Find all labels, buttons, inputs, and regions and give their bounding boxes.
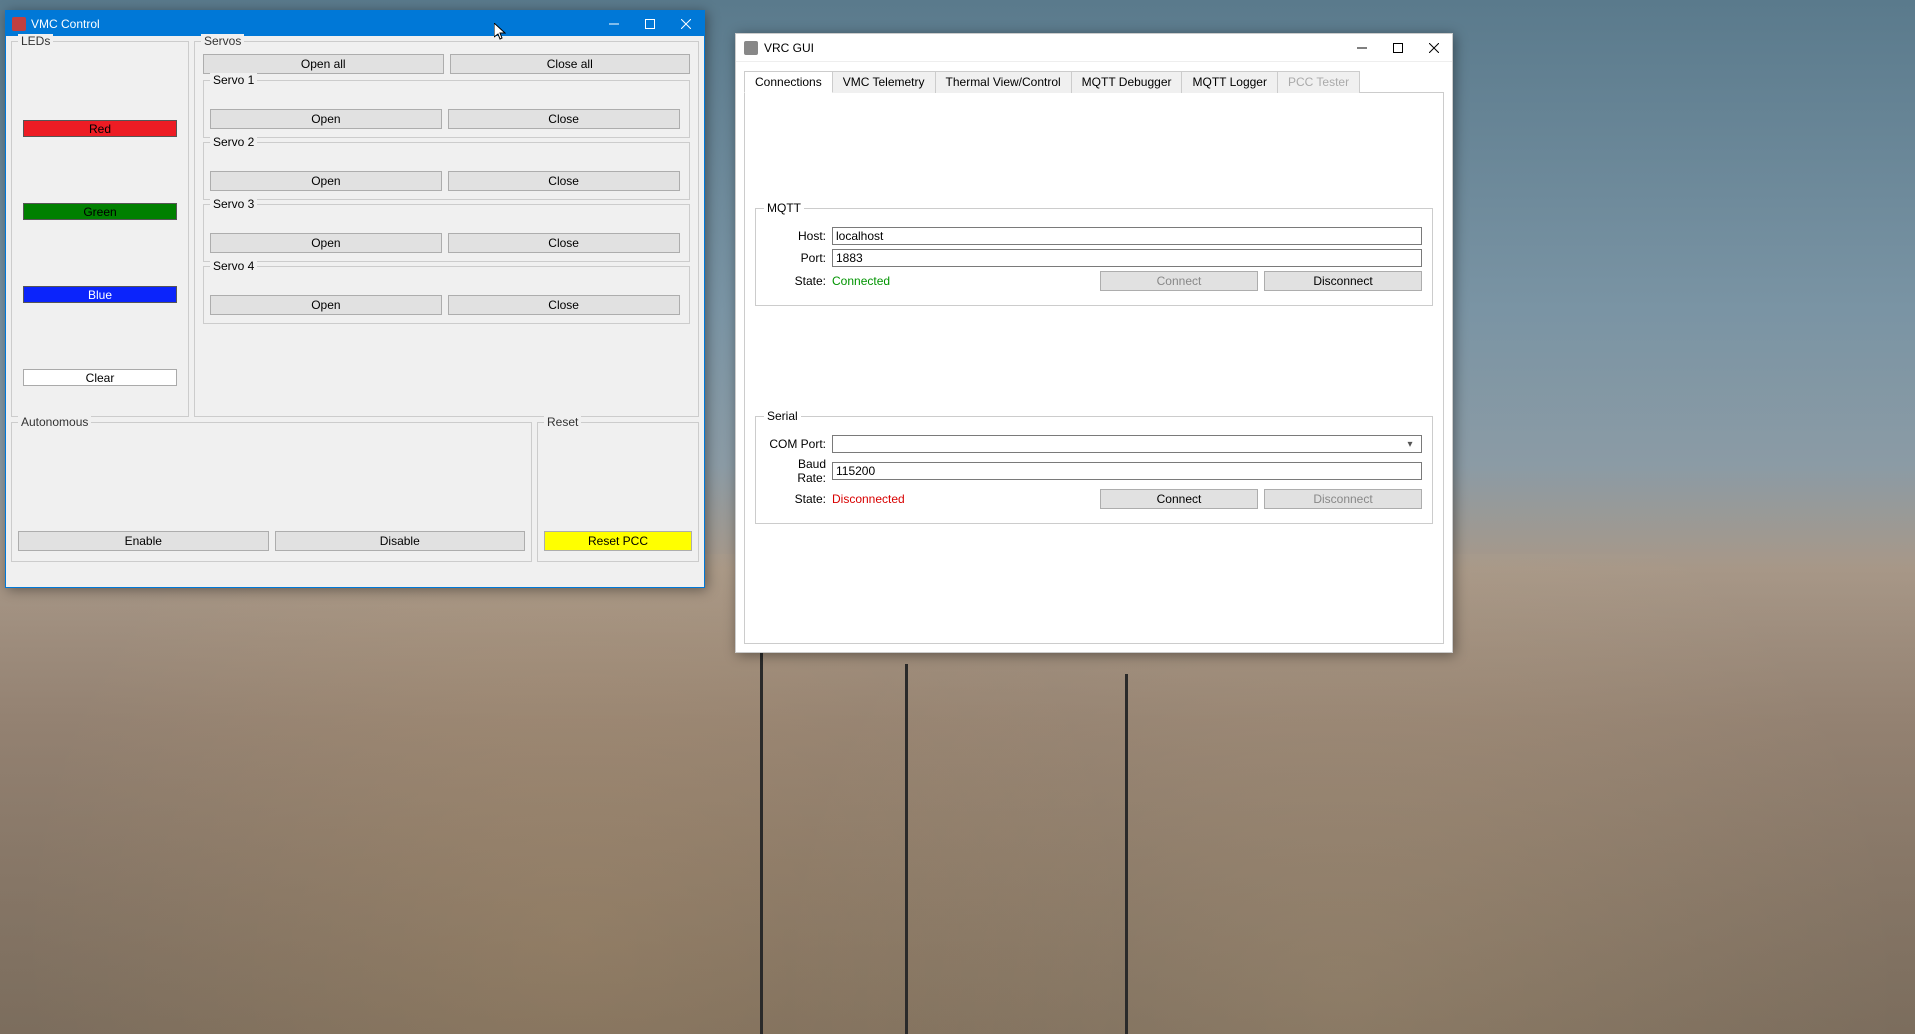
open-all-button[interactable]: Open all — [203, 54, 444, 74]
serial-com-select[interactable]: ▾ — [832, 435, 1422, 453]
maximize-button[interactable] — [1380, 36, 1416, 60]
chevron-down-icon: ▾ — [1402, 439, 1418, 450]
vmc-app-icon — [12, 17, 26, 31]
servo-4-close-button[interactable]: Close — [448, 295, 680, 315]
vmc-control-window: VMC Control LEDs Red Green Blue Clear Se… — [5, 10, 705, 588]
servo-1-open-button[interactable]: Open — [210, 109, 442, 129]
minimize-button[interactable] — [596, 12, 632, 36]
serial-com-label: COM Port: — [766, 437, 826, 451]
vrc-gui-window: VRC GUI Connections VMC Telemetry Therma… — [735, 33, 1453, 653]
tab-mqtt-debugger[interactable]: MQTT Debugger — [1071, 71, 1183, 93]
mqtt-fieldset: MQTT Host: Port: State: Connected Connec… — [755, 208, 1433, 306]
mqtt-state-label: State: — [766, 274, 826, 288]
serial-state-label: State: — [766, 492, 826, 506]
mqtt-host-input[interactable] — [832, 227, 1422, 245]
serial-baud-input[interactable] — [832, 462, 1422, 480]
led-red-button[interactable]: Red — [23, 120, 177, 137]
serial-fieldset: Serial COM Port: ▾ Baud Rate: State: — [755, 416, 1433, 524]
close-button[interactable] — [668, 12, 704, 36]
maximize-button[interactable] — [632, 12, 668, 36]
servo-1-close-button[interactable]: Close — [448, 109, 680, 129]
servo-1-group: Servo 1 Open Close — [203, 80, 690, 138]
tab-thermal-view[interactable]: Thermal View/Control — [935, 71, 1072, 93]
enable-button[interactable]: Enable — [18, 531, 269, 551]
servo-4-title: Servo 4 — [210, 259, 257, 273]
servo-2-open-button[interactable]: Open — [210, 171, 442, 191]
mqtt-port-label: Port: — [766, 251, 826, 265]
vrc-title: VRC GUI — [764, 41, 814, 55]
servos-title: Servos — [201, 34, 244, 48]
servos-group: Servos Open all Close all Servo 1 Open C… — [194, 41, 699, 417]
serial-baud-label: Baud Rate: — [766, 457, 826, 485]
servo-2-group: Servo 2 Open Close — [203, 142, 690, 200]
close-all-button[interactable]: Close all — [450, 54, 691, 74]
connections-panel: MQTT Host: Port: State: Connected Connec… — [744, 93, 1444, 644]
servo-1-title: Servo 1 — [210, 73, 257, 87]
leds-title: LEDs — [18, 34, 53, 48]
vmc-title: VMC Control — [31, 17, 100, 31]
servo-3-group: Servo 3 Open Close — [203, 204, 690, 262]
tab-pcc-tester[interactable]: PCC Tester — [1277, 71, 1360, 93]
reset-group: Reset Reset PCC — [537, 422, 699, 562]
reset-pcc-button[interactable]: Reset PCC — [544, 531, 692, 551]
vmc-titlebar[interactable]: VMC Control — [6, 11, 704, 36]
autonomous-title: Autonomous — [18, 415, 91, 429]
tab-mqtt-logger[interactable]: MQTT Logger — [1181, 71, 1277, 93]
minimize-button[interactable] — [1344, 36, 1380, 60]
vrc-app-icon — [744, 41, 758, 55]
reset-title: Reset — [544, 415, 581, 429]
mqtt-disconnect-button[interactable]: Disconnect — [1264, 271, 1422, 291]
mqtt-legend: MQTT — [764, 201, 804, 215]
vrc-tabs: Connections VMC Telemetry Thermal View/C… — [744, 70, 1444, 93]
servo-4-group: Servo 4 Open Close — [203, 266, 690, 324]
servo-3-close-button[interactable]: Close — [448, 233, 680, 253]
servo-2-title: Servo 2 — [210, 135, 257, 149]
serial-legend: Serial — [764, 409, 801, 423]
servo-4-open-button[interactable]: Open — [210, 295, 442, 315]
disable-button[interactable]: Disable — [275, 531, 526, 551]
servo-2-close-button[interactable]: Close — [448, 171, 680, 191]
tab-vmc-telemetry[interactable]: VMC Telemetry — [832, 71, 936, 93]
led-blue-button[interactable]: Blue — [23, 286, 177, 303]
led-green-button[interactable]: Green — [23, 203, 177, 220]
servo-3-title: Servo 3 — [210, 197, 257, 211]
mqtt-host-label: Host: — [766, 229, 826, 243]
serial-disconnect-button[interactable]: Disconnect — [1264, 489, 1422, 509]
serial-connect-button[interactable]: Connect — [1100, 489, 1258, 509]
mqtt-connect-button[interactable]: Connect — [1100, 271, 1258, 291]
leds-group: LEDs Red Green Blue Clear — [11, 41, 189, 417]
servo-3-open-button[interactable]: Open — [210, 233, 442, 253]
tab-connections[interactable]: Connections — [744, 71, 833, 93]
mqtt-port-input[interactable] — [832, 249, 1422, 267]
close-button[interactable] — [1416, 36, 1452, 60]
serial-state-value: Disconnected — [832, 492, 905, 506]
led-clear-button[interactable]: Clear — [23, 369, 177, 386]
vrc-titlebar[interactable]: VRC GUI — [736, 34, 1452, 62]
autonomous-group: Autonomous Enable Disable — [11, 422, 532, 562]
mqtt-state-value: Connected — [832, 274, 890, 288]
